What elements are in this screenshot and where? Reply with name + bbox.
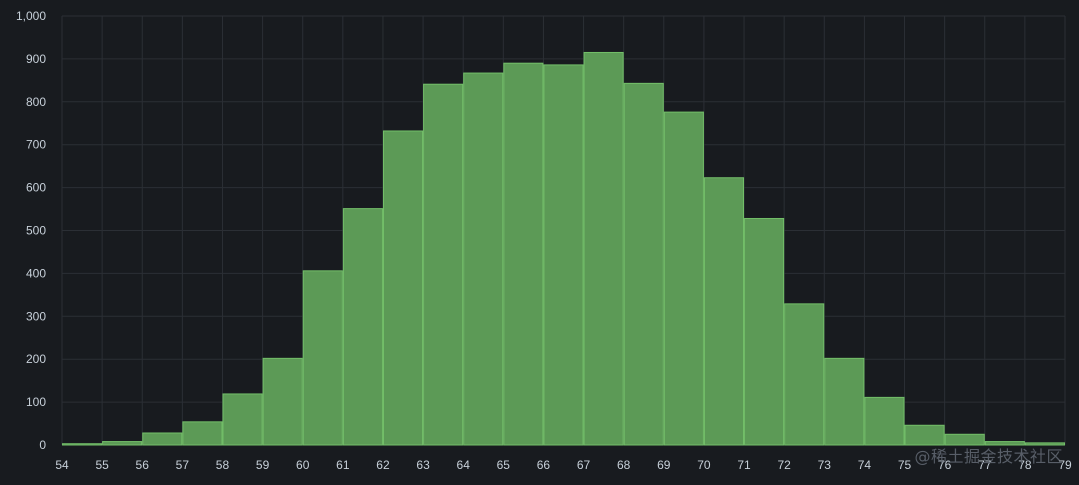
x-tick-label: 67 xyxy=(577,458,591,472)
histogram-bar[interactable] xyxy=(503,62,544,446)
x-tick-label: 69 xyxy=(657,458,671,472)
y-tick-label: 600 xyxy=(26,181,46,195)
x-tick-label: 58 xyxy=(216,458,230,472)
x-tick-label: 64 xyxy=(457,458,471,472)
y-axis: 0 100 200 300 400 500 600 700 800 900 1,000 xyxy=(16,9,46,452)
y-tick-label: 700 xyxy=(26,138,46,152)
x-tick-label: 63 xyxy=(416,458,430,472)
histogram-bar[interactable] xyxy=(182,421,223,446)
x-tick-label: 55 xyxy=(95,458,109,472)
y-tick-label: 800 xyxy=(26,95,46,109)
histogram-bar[interactable] xyxy=(583,51,624,446)
x-tick-label: 59 xyxy=(256,458,270,472)
y-tick-label: 400 xyxy=(26,266,46,280)
y-tick-label: 100 xyxy=(26,395,46,409)
x-tick-label: 73 xyxy=(818,458,832,472)
x-tick-label: 56 xyxy=(136,458,150,472)
histogram-bar[interactable] xyxy=(62,443,103,446)
x-tick-label: 71 xyxy=(737,458,751,472)
x-tick-label: 62 xyxy=(376,458,390,472)
histogram-bar[interactable] xyxy=(543,64,584,446)
y-tick-label: 200 xyxy=(26,352,46,366)
histogram-panel: 54 55 56 57 58 59 60 61 62 63 64 65 66 67 68 69 70 71 72 73… xyxy=(0,0,1079,485)
y-tick-label: 900 xyxy=(26,52,46,66)
histogram-bar[interactable] xyxy=(102,441,143,446)
y-tick-label: 500 xyxy=(26,224,46,238)
histogram-bar[interactable] xyxy=(663,111,704,446)
x-tick-label: 72 xyxy=(777,458,791,472)
histogram-bar[interactable] xyxy=(342,208,383,446)
x-tick-label: 75 xyxy=(898,458,912,472)
y-tick-label: 1,000 xyxy=(16,9,46,23)
histogram-bar[interactable] xyxy=(382,130,424,446)
histogram-bar[interactable] xyxy=(222,393,263,446)
y-tick-label: 0 xyxy=(39,438,46,452)
y-tick-label: 300 xyxy=(26,309,46,323)
histogram-chart: 54 55 56 57 58 59 60 61 62 63 64 65 66 67 68 69 70 71 72 73… xyxy=(16,9,1072,472)
histogram-bar[interactable] xyxy=(784,303,825,446)
x-tick-label: 65 xyxy=(497,458,511,472)
watermark-text: @稀土掘金技术社区 xyxy=(914,447,1063,466)
histogram-bar[interactable] xyxy=(824,357,865,446)
histogram-bar[interactable] xyxy=(463,72,504,446)
histogram-bars xyxy=(62,51,1066,446)
histogram-bar[interactable] xyxy=(864,396,905,446)
x-tick-label: 61 xyxy=(336,458,350,472)
x-tick-label: 68 xyxy=(617,458,631,472)
x-tick-label: 70 xyxy=(697,458,711,472)
histogram-bar[interactable] xyxy=(142,432,183,446)
histogram-bar[interactable] xyxy=(423,83,464,446)
histogram-bar[interactable] xyxy=(744,217,785,446)
histogram-bar[interactable] xyxy=(623,82,664,446)
histogram-bar[interactable] xyxy=(262,357,303,446)
x-tick-label: 57 xyxy=(176,458,190,472)
x-tick-label: 66 xyxy=(537,458,551,472)
histogram-bar[interactable] xyxy=(703,177,745,446)
x-tick-label: 54 xyxy=(55,458,69,472)
histogram-bar[interactable] xyxy=(302,270,343,446)
x-tick-label: 74 xyxy=(858,458,872,472)
x-tick-label: 60 xyxy=(296,458,310,472)
